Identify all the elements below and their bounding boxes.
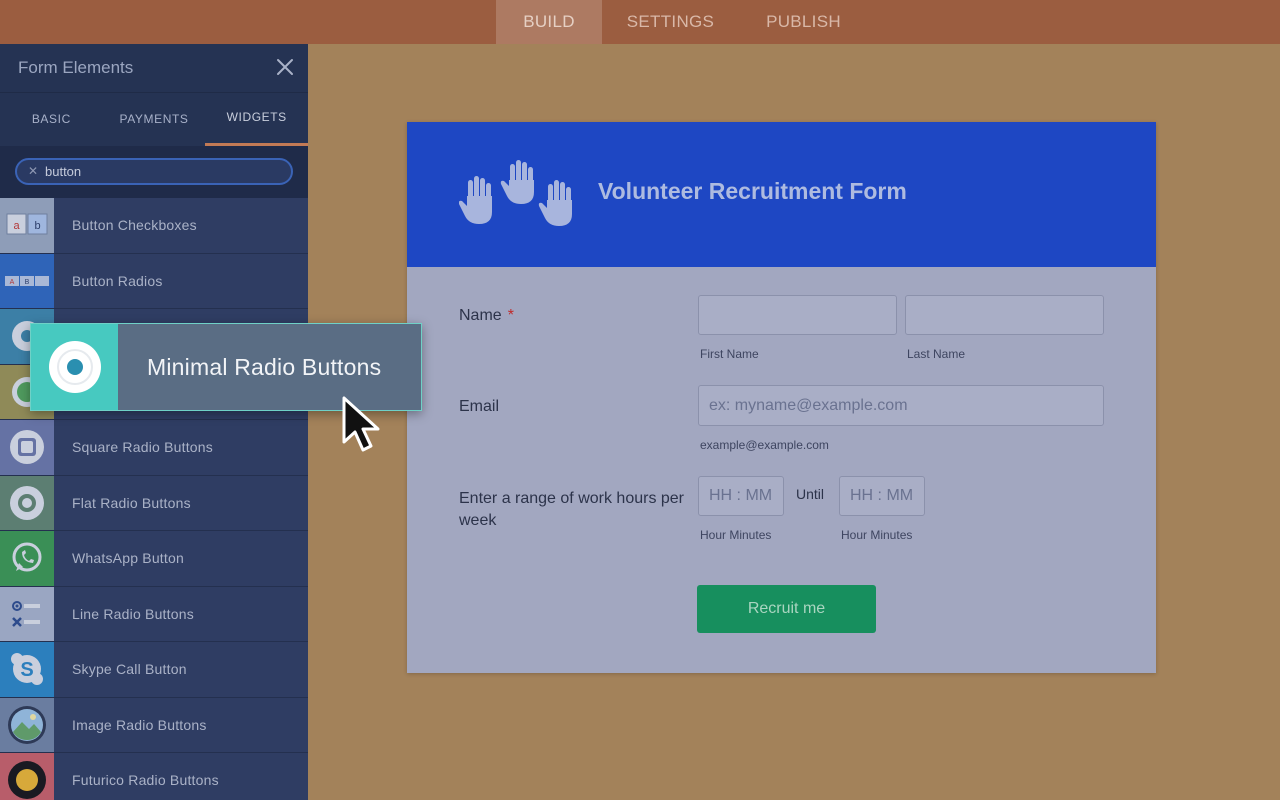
start-time-field[interactable] [698, 476, 784, 516]
form-card: Volunteer Recruitment Form Name * First N… [407, 122, 1156, 673]
list-item-label: Futurico Radio Buttons [72, 772, 219, 788]
list-item-label: Line Radio Buttons [72, 605, 194, 622]
hours-label: Enter a range of work hours per week [459, 490, 685, 529]
email-field[interactable] [698, 385, 1104, 426]
required-mark: * [507, 307, 514, 324]
top-nav: BUILD SETTINGS PUBLISH [496, 0, 868, 44]
tab-build[interactable]: BUILD [496, 0, 602, 44]
tab-widgets[interactable]: WIDGETS [205, 93, 308, 146]
list-item[interactable]: a b Button Checkboxes [0, 198, 308, 254]
list-item-label: WhatsApp Button [72, 550, 184, 566]
skype-icon: S [0, 642, 54, 697]
list-item[interactable]: Line Radio Buttons [0, 586, 308, 642]
svg-text:B: B [25, 279, 30, 286]
email-label: Email [459, 398, 500, 415]
whatsapp-icon [0, 531, 54, 586]
button-radios-icon: A B [0, 253, 54, 308]
image-radio-icon [0, 697, 54, 752]
top-bar: BUILD SETTINGS PUBLISH [0, 0, 1280, 44]
first-name-field[interactable] [698, 295, 897, 335]
first-name-sublabel: First Name [700, 347, 759, 361]
search-box: ✕ [15, 158, 293, 185]
start-time-sublabel: Hour Minutes [700, 528, 772, 542]
email-input[interactable] [699, 386, 1103, 425]
futurico-radio-icon [0, 753, 54, 800]
end-time-sublabel: Hour Minutes [841, 528, 913, 542]
list-item-label: Button Checkboxes [72, 217, 197, 233]
list-item[interactable]: Square Radio Buttons [0, 420, 308, 476]
first-name-input[interactable] [699, 296, 896, 334]
svg-text:S: S [20, 659, 33, 681]
search-area: ✕ [0, 146, 308, 198]
list-item[interactable]: Futurico Radio Buttons [0, 753, 308, 800]
minimal-radio-drag-icon [31, 324, 118, 410]
panel-tabs: BASIC PAYMENTS WIDGETS [0, 93, 308, 146]
last-name-input[interactable] [906, 296, 1103, 334]
tab-settings[interactable]: SETTINGS [602, 0, 739, 44]
recruit-me-button[interactable]: Recruit me [697, 585, 876, 633]
end-time-field[interactable] [839, 476, 925, 516]
tab-basic[interactable]: BASIC [0, 93, 103, 146]
list-item[interactable]: WhatsApp Button [0, 531, 308, 587]
list-item[interactable]: A B Button Radios [0, 253, 308, 309]
panel-title: Form Elements [18, 58, 134, 77]
list-item-label: Button Radios [72, 272, 163, 289]
svg-text:a: a [13, 220, 20, 232]
start-time-input[interactable] [699, 477, 783, 515]
until-label: Until [796, 486, 825, 502]
tab-payments[interactable]: PAYMENTS [103, 93, 206, 146]
list-item-label: Flat Radio Buttons [72, 494, 191, 511]
svg-text:A: A [10, 279, 15, 286]
name-label-text: Name [459, 307, 502, 324]
form-title: Volunteer Recruitment Form [598, 178, 907, 204]
line-radio-icon [0, 586, 54, 641]
list-item-label: Skype Call Button [72, 661, 187, 677]
widget-list: a b Button Checkboxes A B Button Radios [0, 198, 308, 800]
last-name-field[interactable] [905, 295, 1104, 335]
form-elements-panel: Form Elements BASIC PAYMENTS WIDGETS ✕ a… [0, 44, 308, 800]
list-item-label: Image Radio Buttons [72, 716, 207, 733]
close-icon[interactable] [276, 58, 294, 76]
panel-header: Form Elements [0, 44, 308, 93]
tab-publish[interactable]: PUBLISH [739, 0, 868, 44]
clear-search-icon[interactable]: ✕ [28, 164, 38, 178]
flat-radio-icon [0, 475, 54, 530]
list-item[interactable]: Flat Radio Buttons [0, 475, 308, 531]
list-item[interactable]: Image Radio Buttons [0, 697, 308, 753]
end-time-input[interactable] [840, 477, 924, 515]
square-radio-icon [0, 420, 54, 475]
svg-text:b: b [34, 220, 40, 232]
form-header: Volunteer Recruitment Form [407, 122, 1156, 267]
email-sublabel: example@example.com [700, 438, 829, 452]
search-input[interactable] [45, 162, 275, 181]
last-name-sublabel: Last Name [907, 347, 966, 361]
button-checkboxes-icon: a b [0, 198, 54, 253]
list-item[interactable]: S Skype Call Button [0, 642, 308, 698]
name-label: Name * [459, 307, 514, 325]
mouse-pointer-icon [342, 396, 380, 452]
raised-hands-icon [459, 160, 572, 226]
list-item-label: Square Radio Buttons [72, 439, 213, 455]
